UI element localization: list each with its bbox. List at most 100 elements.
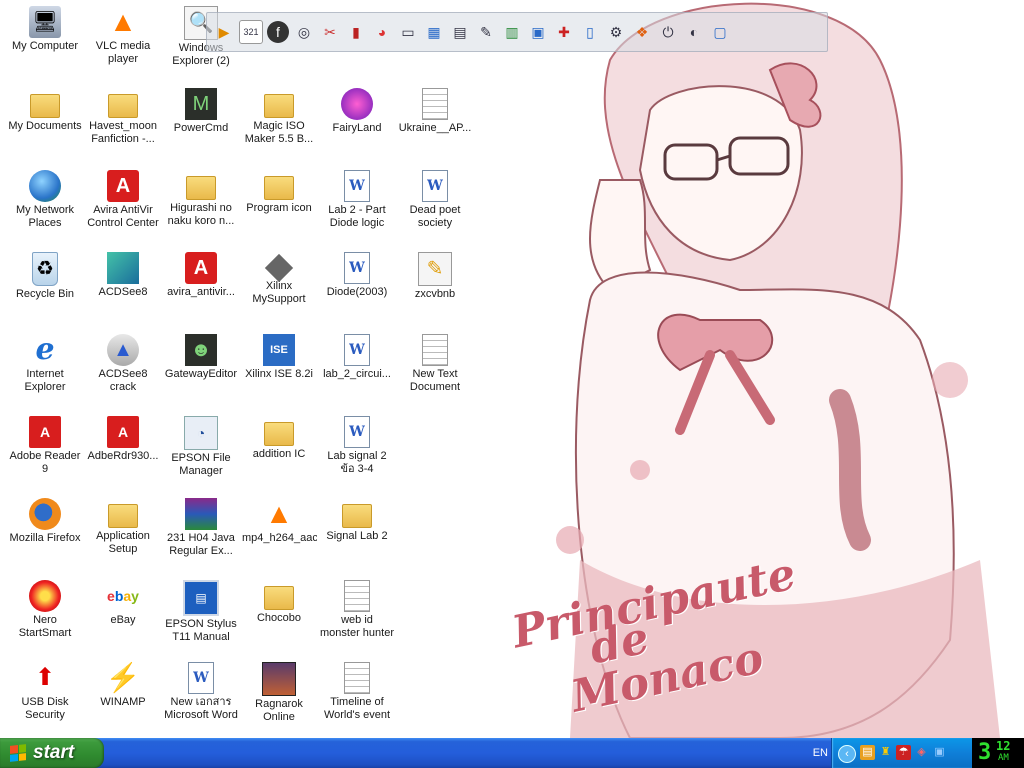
icon-label: My Documents	[8, 120, 82, 132]
pencil-icon[interactable]: ✎	[475, 21, 497, 43]
desktop-icon-program-icon[interactable]: Program icon	[241, 166, 317, 246]
desktop-icon-acdsee8-crack[interactable]: ▲ ACDSee8 crack	[85, 330, 161, 410]
text-doc-icon	[344, 662, 370, 694]
desktop-icon-my-computer[interactable]: 🖥 My Computer	[7, 2, 83, 82]
desktop-icon-chocobo[interactable]: Chocobo	[241, 576, 317, 656]
vlc-cone-icon: ▲	[109, 6, 137, 37]
tray-app-icon[interactable]: ▤	[860, 745, 875, 760]
desktop-icon-diode-2003[interactable]: W Diode(2003)	[319, 248, 395, 328]
folders-icon[interactable]: ▦	[423, 21, 445, 43]
desktop-icon-lab-signal-2[interactable]: W Lab signal 2 ข้อ 3-4	[319, 412, 395, 492]
windows-icon[interactable]: ❖	[631, 21, 653, 43]
book-icon[interactable]: ▮	[345, 21, 367, 43]
icon-label: lab_2_circui...	[323, 368, 391, 380]
icon-label: zxcvbnb	[414, 288, 456, 300]
desktop-icon-internet-explorer[interactable]: e Internet Explorer	[7, 330, 83, 410]
desktop-icon-java-regex-rar[interactable]: 231 H04 Java Regular Ex...	[163, 494, 239, 574]
folder-icon	[186, 176, 216, 200]
taskbar-clock[interactable]: 3 12 AM	[972, 738, 1024, 768]
gateway-editor-icon: ☻	[185, 334, 217, 366]
desktop-icon-dead-poet-society[interactable]: W Dead poet society	[397, 166, 473, 246]
cd-icon[interactable]: ◎	[293, 21, 315, 43]
desktop-icon-addition-ic[interactable]: addition IC	[241, 412, 317, 492]
window-icon[interactable]: ▯	[579, 21, 601, 43]
desktop-icon-recycle-bin[interactable]: ♻ Recycle Bin	[7, 248, 83, 328]
desktop-icon-usb-disk-security[interactable]: ⬆ USB Disk Security	[7, 658, 83, 738]
icon-label: Nero StartSmart	[18, 614, 72, 639]
tray-avira-icon[interactable]: ☂	[896, 745, 911, 760]
icon-label: USB Disk Security	[21, 696, 69, 721]
desktop-icon-monster-hunter[interactable]: web id monster hunter frontier	[319, 576, 395, 656]
desktop-icon-timeline-world-event[interactable]: Timeline of World's event	[319, 658, 395, 738]
desktop-icon-fairyland[interactable]: FairyLand	[319, 84, 395, 164]
media-player-icon[interactable]: ▶	[213, 21, 235, 43]
desktop-icon-epson-file-manager[interactable]: ◔ EPSON File Manager	[163, 412, 239, 492]
desktop-icon-mozilla-firefox[interactable]: Mozilla Firefox	[7, 494, 83, 574]
show-hidden-icons-chevron-icon[interactable]: ‹	[838, 745, 856, 763]
desktop-icon-ebay[interactable]: e b a y eBay	[85, 576, 161, 656]
desktop-icon-acdsee8[interactable]: ACDSee8	[85, 248, 161, 328]
desktop-icon-lab2-diode[interactable]: W Lab 2 - Part Diode logic	[319, 166, 395, 246]
start-button[interactable]: start	[0, 738, 104, 768]
desktop-icon-higurashi[interactable]: Higurashi no naku koro n...	[163, 166, 239, 246]
desktop-icon-gateway-editor[interactable]: ☻ GatewayEditor	[163, 330, 239, 410]
icon-label: eBay	[110, 614, 136, 626]
tray-network-icon[interactable]: ◈	[914, 745, 929, 760]
desktop-icon-havest-moon[interactable]: Havest_moon Fanfiction -...	[85, 84, 161, 164]
desktop-icon-adbe-installer[interactable]: A AdbeRdr930...	[85, 412, 161, 492]
counter-icon[interactable]: 321	[239, 20, 263, 44]
desktop[interactable]: Principaute de Monaco 🖥 My Computer ▲ VLC …	[0, 0, 1024, 738]
icon-label: Havest_moon Fanfiction -...	[89, 120, 157, 145]
desktop-icon-avira-control-center[interactable]: A Avira AntiVir Control Center	[85, 166, 161, 246]
desktop-icon-mp4-h264[interactable]: ▲ mp4_h264_aac	[241, 494, 317, 574]
desktop-icon-powercmd[interactable]: M PowerCmd	[163, 84, 239, 164]
desktop-icon-adobe-reader[interactable]: A Adobe Reader 9	[7, 412, 83, 492]
power-icon[interactable]: ⏻	[657, 21, 679, 43]
desktop-icon-winamp[interactable]: ⚡ WINAMP	[85, 658, 161, 738]
monitor-icon[interactable]: ▢	[709, 21, 731, 43]
taskbar[interactable]: start EN ‹ ▤ ♜ ☂ ◈ ▣ 3 12 AM	[0, 738, 1024, 768]
desktop-icon-new-word-doc[interactable]: W New เอกสาร Microsoft Word	[163, 658, 239, 738]
gear-icon[interactable]: ⚙	[605, 21, 627, 43]
desktop-icon-my-documents[interactable]: My Documents	[7, 84, 83, 164]
moon-icon[interactable]: ◐	[683, 21, 705, 43]
desktop-icon-application-setup[interactable]: Application Setup	[85, 494, 161, 574]
flash-icon[interactable]: f	[267, 21, 289, 43]
icon-label: Chocobo	[256, 612, 302, 624]
icon-label: Diode(2003)	[326, 286, 388, 298]
language-indicator[interactable]: EN	[813, 747, 828, 759]
word-doc-icon: W	[344, 170, 370, 202]
desktop-icon-epson-stylus-manual[interactable]: ▤ EPSON Stylus T11 Manual	[163, 576, 239, 656]
desktop-icon-ukraine[interactable]: Ukraine__AP...	[397, 84, 473, 164]
desktop-icon-ragnarok-online[interactable]: Ragnarok Online	[241, 658, 317, 738]
cable-icon[interactable]: ✚	[553, 21, 575, 43]
desktop-icon-vlc[interactable]: ▲ VLC media player	[85, 2, 161, 82]
file-icon	[422, 88, 448, 120]
icon-label: WINAMP	[100, 696, 146, 708]
icon-label: My Computer	[11, 40, 79, 52]
desktop-icon-avira-antivir[interactable]: Aavira_antivir...	[163, 248, 239, 328]
icon-label: Xilinx ISE 8.2i	[245, 368, 313, 380]
desktop-icon-zxcvbnb[interactable]: ✎ zxcvbnb	[397, 248, 473, 328]
desktop-icon-xilinx-mysupport[interactable]: Xilinx MySupport	[241, 248, 317, 328]
chart-icon[interactable]: ◕	[371, 21, 393, 43]
desktop-icon-xilinx-ise[interactable]: ISE Xilinx ISE 8.2i	[241, 330, 317, 410]
tray-security-icon[interactable]: ♜	[878, 745, 893, 760]
desktop-icon-lab2-circuit[interactable]: Wlab_2_circui...	[319, 330, 395, 410]
network-icon[interactable]: ▥	[501, 21, 523, 43]
display-icon[interactable]: ▣	[527, 21, 549, 43]
tray-display-icon[interactable]: ▣	[932, 745, 947, 760]
desktop-icon-nero-startsmart[interactable]: Nero StartSmart	[7, 576, 83, 656]
document-icon[interactable]: ▤	[449, 21, 471, 43]
floating-quicklaunch-toolbar[interactable]: ▶ 321 f ◎ ✂ ▮ ◕ ▭ ▦ ▤ ✎ ▥ ▣ ✚ ▯ ⚙ ❖ ⏻ ◐ …	[206, 12, 828, 52]
tools-icon[interactable]: ✂	[319, 21, 341, 43]
desktop-icon-new-text-document[interactable]: New Text Document	[397, 330, 473, 410]
icon-label: EPSON Stylus T11 Manual	[165, 618, 237, 643]
documents-folder-icon	[30, 94, 60, 118]
desktop-icon-my-network-places[interactable]: My Network Places	[7, 166, 83, 246]
desktop-icon-magic-iso[interactable]: Magic ISO Maker 5.5 B...	[241, 84, 317, 164]
scanner-icon[interactable]: ▭	[397, 21, 419, 43]
xilinx-chip-icon	[264, 253, 294, 283]
desktop-icon-signal-lab-2[interactable]: Signal Lab 2	[319, 494, 395, 574]
paint-file-icon: ✎	[418, 252, 452, 286]
